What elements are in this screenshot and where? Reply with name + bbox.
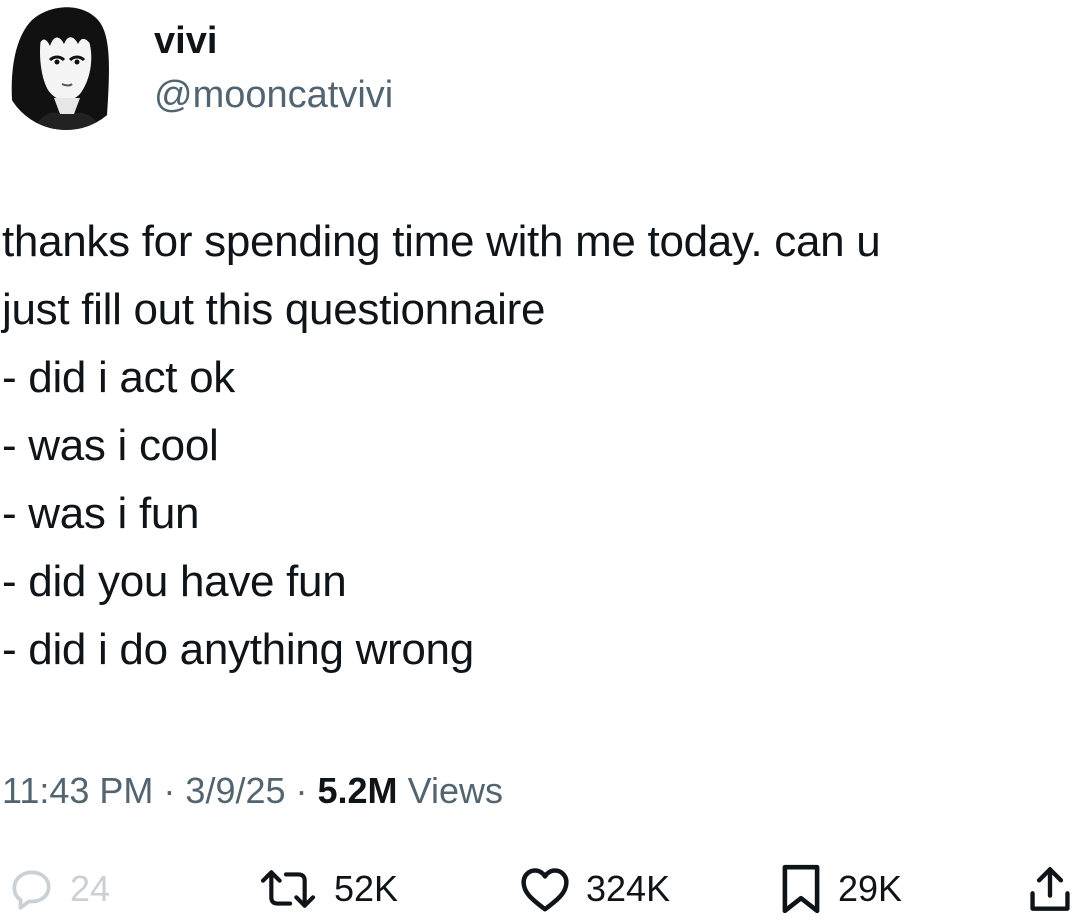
share-button[interactable]	[1026, 858, 1074, 920]
reply-button[interactable]: 24	[6, 858, 110, 920]
views-label: Views	[407, 770, 503, 811]
bookmark-icon	[778, 861, 824, 917]
tweet-time[interactable]: 11:43 PM	[2, 770, 153, 811]
meta-separator: ·	[285, 770, 318, 811]
tweet-line: just fill out this questionnaire	[2, 285, 546, 334]
tweet-date[interactable]: 3/9/25	[185, 770, 285, 811]
views-count: 5.2M	[317, 770, 398, 811]
tweet-header: vivi @mooncatvivi	[0, 0, 1080, 140]
heart-icon	[518, 864, 572, 914]
share-icon	[1026, 862, 1074, 916]
reply-icon	[6, 864, 56, 914]
tweet-line: - was i cool	[2, 421, 219, 470]
meta-separator: ·	[153, 770, 186, 811]
like-button[interactable]: 324K	[518, 858, 670, 920]
bookmark-button[interactable]: 29K	[778, 858, 902, 920]
avatar[interactable]	[2, 2, 130, 130]
tweet-line: thanks for spending time with me today. …	[2, 217, 881, 266]
tweet-line: - was i fun	[2, 489, 200, 538]
retweet-button[interactable]: 52K	[256, 858, 398, 920]
reply-count: 24	[70, 868, 111, 909]
tweet-line: - did i do anything wrong	[2, 625, 474, 674]
tweet-line: - did you have fun	[2, 557, 347, 606]
retweet-icon	[256, 864, 320, 914]
retweet-count: 52K	[334, 868, 399, 909]
tweet-text: thanks for spending time with me today. …	[2, 208, 1062, 684]
tweet-meta: 11:43 PM · 3/9/25 · 5.2M Views	[2, 766, 503, 816]
like-count: 324K	[586, 868, 671, 909]
bookmark-count: 29K	[838, 868, 903, 909]
display-name[interactable]: vivi	[154, 18, 217, 64]
avatar-portrait-icon	[2, 2, 130, 130]
user-handle[interactable]: @mooncatvivi	[154, 72, 393, 118]
tweet-line: - did i act ok	[2, 353, 236, 402]
action-bar: 24 52K 324K 29K	[0, 858, 1080, 920]
